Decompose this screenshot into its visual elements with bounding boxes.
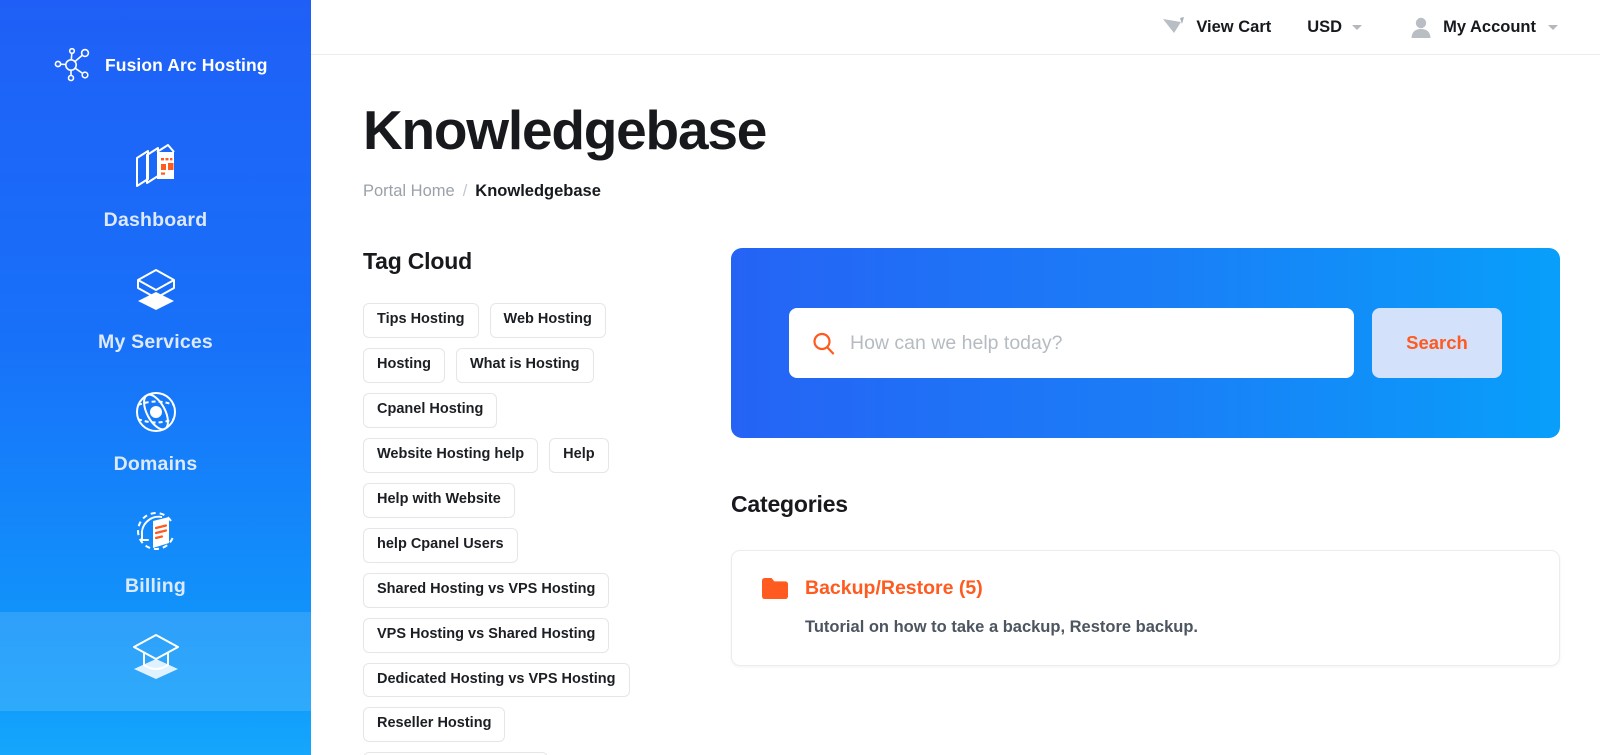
tag-cloud-title: Tag Cloud xyxy=(363,248,472,274)
network-nodes-icon xyxy=(52,44,94,86)
tag-item[interactable]: Reseller Hosting xyxy=(363,707,506,743)
tag-item[interactable]: Tips Hosting xyxy=(363,303,479,338)
page-header: Knowledgebase Portal Home / Knowledgebas… xyxy=(311,55,1600,201)
sidebar: Fusion Arc Hosting Dashboard My Services… xyxy=(0,0,311,755)
category-name[interactable]: Backup/Restore (5) xyxy=(805,577,983,600)
tag-item[interactable]: Hosting xyxy=(363,347,445,383)
tag-item[interactable]: help Cpanel Users xyxy=(363,527,518,563)
view-cart-label: View Cart xyxy=(1196,17,1272,36)
user-avatar-icon xyxy=(1408,15,1434,39)
tag-item[interactable]: Shared Hosting vs VPS Hosting xyxy=(363,572,610,608)
brand[interactable]: Fusion Arc Hosting xyxy=(0,0,311,86)
tag-item[interactable]: VPS Hosting vs Shared Hosting xyxy=(363,617,610,653)
currency-selector[interactable]: USD xyxy=(1307,17,1363,37)
sidebar-item-label: Billing xyxy=(125,575,186,597)
tag-item[interactable]: What is Hosting xyxy=(455,347,594,383)
my-account-menu[interactable]: My Account xyxy=(1408,15,1558,39)
folder-icon xyxy=(762,578,788,599)
topbar: View Cart USD My Account xyxy=(311,0,1600,55)
breadcrumb-current: Knowledgebase xyxy=(475,182,601,200)
sidebar-item-support[interactable] xyxy=(0,612,311,711)
domains-globe-icon xyxy=(128,385,184,439)
shopping-cart-icon xyxy=(1161,16,1187,38)
right-column: Search Categories Backup/Restore (5) xyxy=(683,248,1600,755)
breadcrumb-separator: / xyxy=(462,182,468,200)
chevron-down-icon xyxy=(1352,24,1363,30)
app-root: Fusion Arc Hosting Dashboard My Services… xyxy=(0,0,1600,755)
categories-title: Categories xyxy=(731,491,848,517)
main-content: View Cart USD My Account Knowledgebase P… xyxy=(311,0,1600,755)
tag-item[interactable]: Cpanel Hosting xyxy=(363,392,498,428)
support-graduation-cap-icon xyxy=(128,629,184,683)
search-box[interactable] xyxy=(789,308,1354,378)
tag-item[interactable]: Web Hosting xyxy=(489,303,606,338)
tag-item[interactable]: Website Hosting help xyxy=(363,437,539,473)
sidebar-item-label: Dashboard xyxy=(103,209,208,231)
category-description: Tutorial on how to take a backup, Restor… xyxy=(805,618,1199,636)
tag-item[interactable]: Help with Website xyxy=(363,482,515,518)
my-account-label: My Account xyxy=(1443,17,1536,36)
sidebar-nav: Dashboard My Services Domains Billing xyxy=(0,124,311,711)
brand-name: Fusion Arc Hosting xyxy=(105,54,268,75)
content-area: Tag Cloud Tips Hosting Web Hosting Hosti… xyxy=(311,201,1600,755)
tag-list: Tips Hosting Web Hosting Hosting What is… xyxy=(363,303,663,755)
sidebar-item-dashboard[interactable]: Dashboard xyxy=(0,124,311,246)
services-layers-icon xyxy=(128,263,184,317)
tag-item[interactable]: Help xyxy=(549,437,609,473)
search-panel: Search xyxy=(731,248,1560,438)
tag-cloud-section: Tag Cloud Tips Hosting Web Hosting Hosti… xyxy=(363,248,683,755)
currency-label: USD xyxy=(1307,17,1343,36)
magnifier-icon xyxy=(811,331,836,356)
category-header: Backup/Restore (5) xyxy=(762,577,1529,600)
sidebar-item-my-services[interactable]: My Services xyxy=(0,246,311,368)
sidebar-item-billing[interactable]: Billing xyxy=(0,490,311,612)
sidebar-item-domains[interactable]: Domains xyxy=(0,368,311,490)
chevron-down-icon xyxy=(1548,24,1558,30)
breadcrumb-portal-home[interactable]: Portal Home xyxy=(363,182,455,201)
tag-item[interactable]: Dedicated Hosting vs VPS Hosting xyxy=(363,662,630,698)
billing-invoice-icon xyxy=(128,507,184,561)
search-button[interactable]: Search xyxy=(1372,308,1502,378)
dashboard-cards-icon xyxy=(128,141,184,195)
category-row[interactable]: Backup/Restore (5) Tutorial on how to ta… xyxy=(732,551,1559,665)
search-input[interactable] xyxy=(850,331,1332,355)
page-title: Knowledgebase xyxy=(363,99,767,161)
view-cart-button[interactable]: View Cart xyxy=(1161,16,1271,38)
breadcrumb: Portal Home / Knowledgebase xyxy=(363,182,1600,201)
categories-card: Backup/Restore (5) Tutorial on how to ta… xyxy=(731,550,1560,666)
sidebar-item-label: My Services xyxy=(98,331,213,353)
sidebar-item-label: Domains xyxy=(113,453,198,475)
